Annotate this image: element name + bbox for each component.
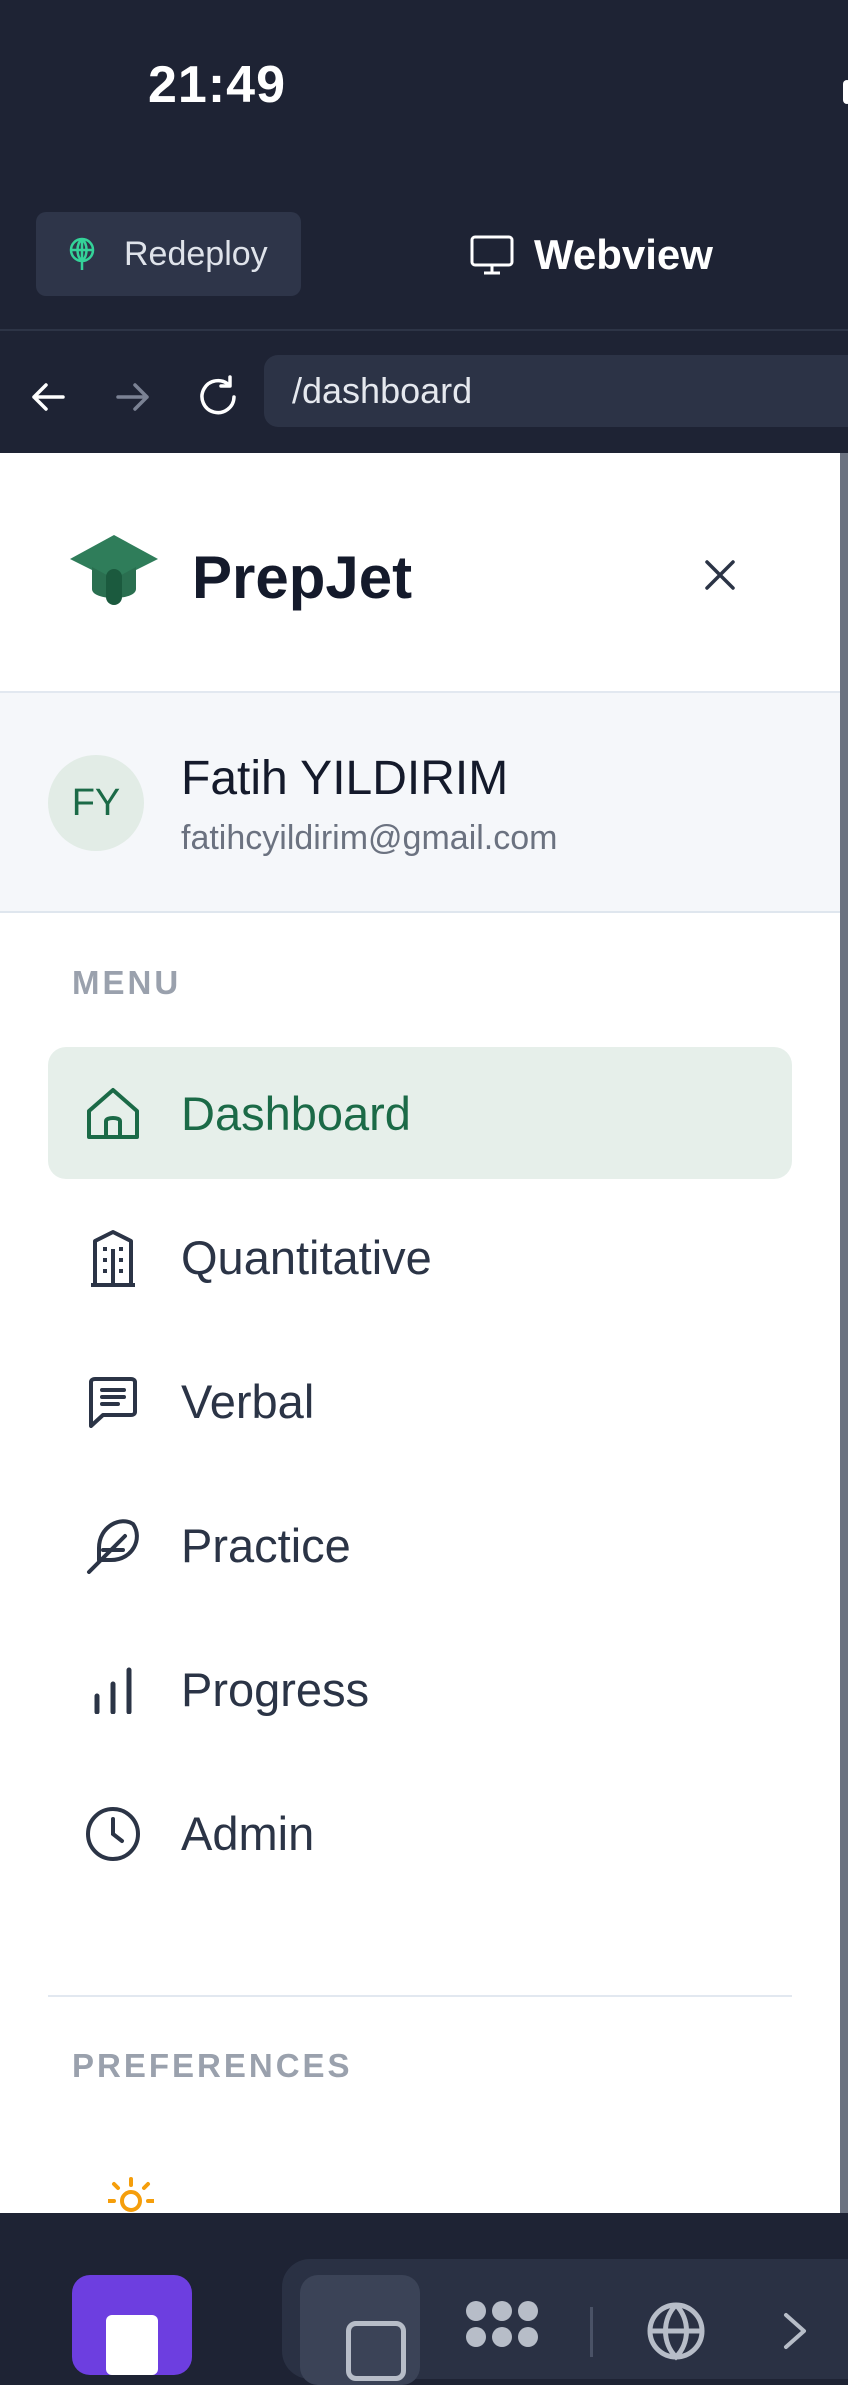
arrow-right-icon bbox=[116, 383, 149, 411]
monitor-icon bbox=[470, 235, 514, 275]
back-button[interactable] bbox=[18, 367, 78, 427]
graduation-cap-logo bbox=[70, 535, 158, 605]
arrow-left-icon bbox=[32, 383, 65, 411]
webview-tab[interactable]: Webview bbox=[470, 225, 713, 285]
reload-button[interactable] bbox=[188, 367, 248, 427]
window-icon bbox=[346, 2321, 406, 2381]
brand-name: PrepJet bbox=[192, 544, 413, 611]
apps-icon[interactable] bbox=[464, 2299, 540, 2359]
bar-chart-icon bbox=[84, 1661, 142, 1719]
browser-navbar: /dashboard bbox=[0, 331, 848, 453]
close-icon bbox=[705, 560, 735, 590]
sidebar-item-dashboard[interactable]: Dashboard bbox=[48, 1047, 792, 1179]
sidebar-item-practice[interactable]: Practice bbox=[48, 1479, 792, 1611]
chevron-right-icon[interactable] bbox=[782, 2311, 808, 2351]
forward-button[interactable] bbox=[103, 367, 163, 427]
sidebar-item-label: Dashboard bbox=[181, 1086, 411, 1140]
app-icon bbox=[106, 2315, 158, 2375]
sidebar-item-label: Quantitative bbox=[181, 1230, 432, 1284]
reload-icon bbox=[200, 375, 236, 415]
scroll-edge bbox=[840, 453, 848, 2213]
clock-icon bbox=[84, 1805, 142, 1863]
menu-section-label: MENU bbox=[72, 964, 182, 1001]
user-name: Fatih YILDIRIM bbox=[181, 752, 509, 805]
sidebar-item-progress[interactable]: Progress bbox=[48, 1623, 792, 1755]
bottom-bar bbox=[0, 2213, 848, 2385]
building-icon bbox=[84, 1229, 142, 1287]
sidebar-item-verbal[interactable]: Verbal bbox=[48, 1335, 792, 1467]
sidebar-header: PrepJet bbox=[0, 453, 840, 693]
status-indicator bbox=[843, 80, 848, 104]
window-button[interactable] bbox=[300, 2275, 420, 2385]
redeploy-label: Redeploy bbox=[124, 234, 268, 273]
feather-icon bbox=[84, 1517, 142, 1575]
sidebar-item-label: Admin bbox=[181, 1806, 315, 1860]
status-bar: 21:49 bbox=[0, 0, 848, 205]
sidebar-item-label: Progress bbox=[181, 1662, 370, 1716]
dock bbox=[282, 2259, 848, 2385]
sidebar-item-label: Practice bbox=[181, 1518, 351, 1572]
avatar: FY bbox=[48, 755, 144, 851]
sidebar-item-quantitative[interactable]: Quantitative bbox=[48, 1191, 792, 1323]
deploy-icon bbox=[69, 237, 95, 270]
user-email: fatihcyildirim@gmail.com bbox=[181, 819, 558, 857]
preferences-section-label: PREFERENCES bbox=[72, 2047, 353, 2084]
user-profile: FY Fatih YILDIRIM fatihcyildirim@gmail.c… bbox=[0, 693, 840, 913]
sidebar-item-admin[interactable]: Admin bbox=[48, 1767, 792, 1899]
globe-icon[interactable] bbox=[646, 2301, 706, 2361]
url-text: /dashboard bbox=[292, 370, 473, 411]
home-icon bbox=[84, 1085, 142, 1143]
status-clock: 21:49 bbox=[148, 56, 286, 114]
close-button[interactable] bbox=[694, 549, 746, 601]
message-square-icon bbox=[84, 1373, 142, 1431]
redeploy-button[interactable]: Redeploy bbox=[36, 212, 301, 296]
section-divider bbox=[48, 1995, 792, 1997]
webview-content: PrepJet FY Fatih YILDIRIM fatihcyildirim… bbox=[0, 453, 840, 2213]
dock-separator bbox=[590, 2307, 593, 2357]
sidebar-item-label: Verbal bbox=[181, 1374, 315, 1428]
webview-label: Webview bbox=[534, 231, 713, 278]
url-input[interactable]: /dashboard bbox=[264, 355, 848, 427]
app-button[interactable] bbox=[72, 2275, 192, 2375]
sun-icon bbox=[108, 2177, 154, 2212]
